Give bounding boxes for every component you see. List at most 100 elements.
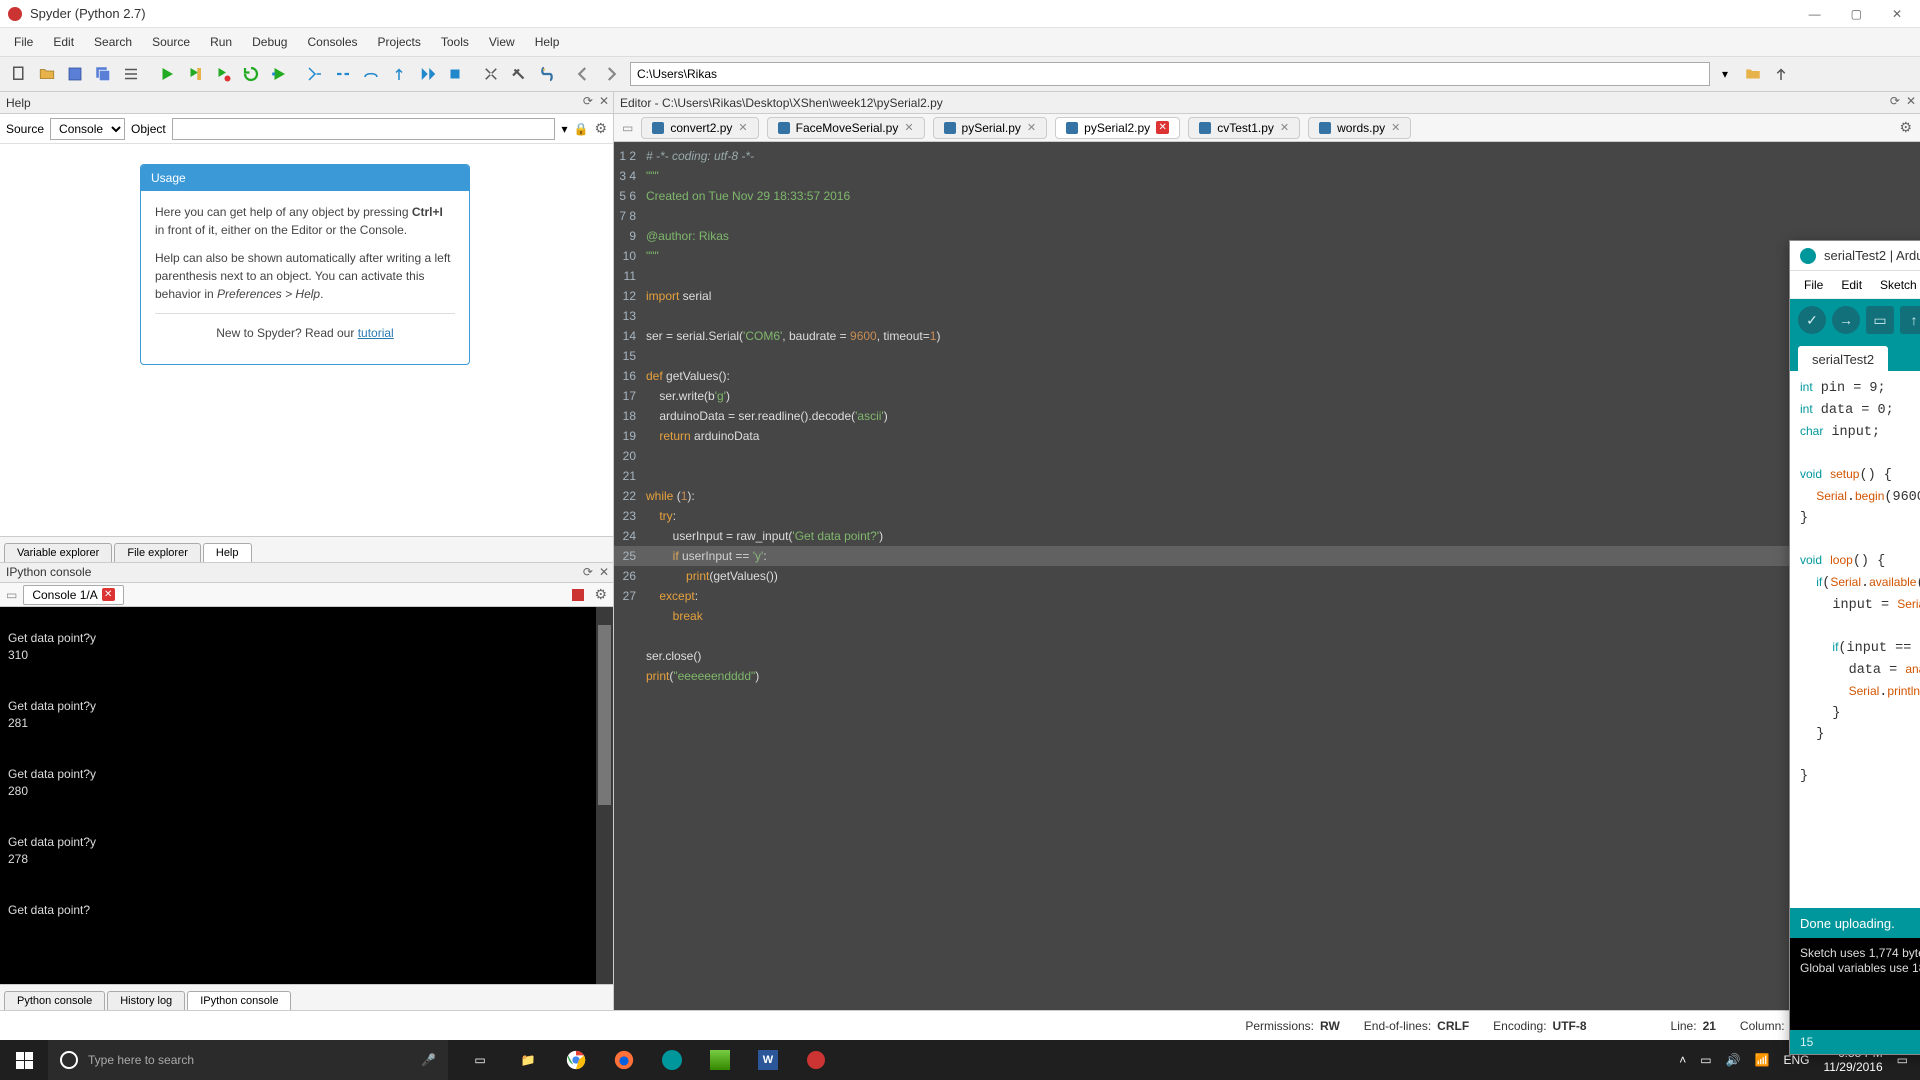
working-dir-input[interactable] [630, 62, 1710, 86]
close-button[interactable]: ✕ [1892, 7, 1902, 21]
menu-source[interactable]: Source [144, 33, 198, 51]
step-over-button[interactable] [358, 61, 384, 87]
firefox-taskbar-icon[interactable] [604, 1040, 644, 1080]
object-input[interactable] [172, 118, 556, 140]
tab-help[interactable]: Help [203, 543, 252, 562]
run-cell-button[interactable] [182, 61, 208, 87]
stop-debug-button[interactable] [442, 61, 468, 87]
tab-words[interactable]: words.py✕ [1308, 117, 1411, 139]
source-select[interactable]: Console [50, 118, 125, 140]
tab-history-log[interactable]: History log [107, 991, 185, 1010]
minimize-button[interactable]: — [1809, 7, 1821, 21]
word-taskbar-icon[interactable]: W [748, 1040, 788, 1080]
obj-dropdown-icon[interactable]: ▾ [561, 122, 567, 136]
notifications-icon[interactable]: ▭ [1897, 1053, 1908, 1067]
run-selection-button[interactable] [210, 61, 236, 87]
spyder-taskbar-icon[interactable] [796, 1040, 836, 1080]
start-button[interactable] [0, 1040, 48, 1080]
code-editor[interactable]: 1 2 3 4 5 6 7 8 9 10 11 12 13 14 15 16 1… [614, 142, 1920, 1010]
browse-wd-button[interactable] [1740, 61, 1766, 87]
tab-close-modified-icon[interactable]: ✕ [1156, 121, 1169, 134]
arduino-menu-edit[interactable]: Edit [1833, 276, 1870, 294]
step-button[interactable] [330, 61, 356, 87]
scrollbar-thumb[interactable] [598, 625, 611, 805]
mic-icon[interactable]: 🎤 [421, 1053, 436, 1067]
lang-indicator[interactable]: ENG [1783, 1053, 1809, 1067]
menu-help[interactable]: Help [527, 33, 568, 51]
preferences-button[interactable] [506, 61, 532, 87]
menu-tools[interactable]: Tools [433, 33, 477, 51]
arduino-sketch-tab[interactable]: serialTest2 [1798, 346, 1888, 371]
app-taskbar-icon[interactable] [700, 1040, 740, 1080]
debug-button[interactable] [266, 61, 292, 87]
arduino-verify-button[interactable]: ✓ [1798, 306, 1826, 334]
tutorial-link[interactable]: tutorial [358, 326, 394, 340]
interrupt-kernel-button[interactable] [572, 589, 584, 601]
wd-dropdown-icon[interactable]: ▾ [1712, 61, 1738, 87]
ipy-undock-icon[interactable]: ⟳ [583, 565, 593, 579]
editor-options-icon[interactable]: ⚙ [1899, 119, 1912, 136]
tray-expand-icon[interactable]: ˄ [1679, 1053, 1686, 1067]
battery-icon[interactable]: ▭ [1700, 1053, 1711, 1067]
arduino-menu-sketch[interactable]: Sketch [1872, 276, 1920, 294]
save-button[interactable] [62, 61, 88, 87]
run-button[interactable] [154, 61, 180, 87]
tabs-folder-icon[interactable]: ▭ [622, 121, 633, 135]
tab-ipython-console[interactable]: IPython console [187, 991, 291, 1010]
tab-file-explorer[interactable]: File explorer [114, 543, 201, 562]
file-explorer-taskbar-icon[interactable]: 📁 [508, 1040, 548, 1080]
tab-variable-explorer[interactable]: Variable explorer [4, 543, 112, 562]
save-all-button[interactable] [90, 61, 116, 87]
arduino-new-button[interactable]: ▭ [1866, 306, 1894, 334]
tab-close-icon[interactable]: ✕ [904, 121, 913, 134]
tab-close-icon[interactable]: ✕ [1391, 121, 1400, 134]
menu-run[interactable]: Run [202, 33, 240, 51]
console-options-icon[interactable]: ⚙ [594, 586, 607, 603]
help-undock-icon[interactable]: ⟳ [583, 94, 593, 108]
console-scrollbar[interactable] [596, 607, 613, 984]
maximize-button[interactable]: ▢ [1851, 7, 1862, 21]
lock-icon[interactable]: 🔒 [573, 122, 588, 136]
open-file-button[interactable] [34, 61, 60, 87]
wifi-icon[interactable]: 📶 [1755, 1053, 1770, 1067]
rerun-button[interactable] [238, 61, 264, 87]
help-close-icon[interactable]: ✕ [599, 94, 609, 108]
ipy-close-icon[interactable]: ✕ [599, 565, 609, 579]
step-out-button[interactable] [386, 61, 412, 87]
console-folder-icon[interactable]: ▭ [6, 588, 17, 602]
menu-consoles[interactable]: Consoles [299, 33, 365, 51]
arduino-menu-file[interactable]: File [1796, 276, 1831, 294]
tab-pyserial[interactable]: pySerial.py✕ [933, 117, 1048, 139]
menu-search[interactable]: Search [86, 33, 140, 51]
chrome-taskbar-icon[interactable] [556, 1040, 596, 1080]
continue-button[interactable] [414, 61, 440, 87]
new-file-button[interactable] [6, 61, 32, 87]
arduino-upload-button[interactable]: → [1832, 306, 1860, 334]
forward-button[interactable] [598, 61, 624, 87]
tab-facemoveserial[interactable]: FaceMoveSerial.py✕ [767, 117, 925, 139]
tab-close-icon[interactable]: ✕ [738, 121, 747, 134]
tab-close-icon[interactable]: ✕ [1027, 121, 1036, 134]
arduino-code-editor[interactable]: int pin = 9; int data = 0; char input; v… [1790, 371, 1920, 908]
tab-close-icon[interactable]: ✕ [1280, 121, 1289, 134]
back-button[interactable] [570, 61, 596, 87]
editor-close-icon[interactable]: ✕ [1906, 94, 1916, 108]
console-tab-close-icon[interactable]: ✕ [102, 588, 115, 601]
step-into-button[interactable] [302, 61, 328, 87]
task-view-icon[interactable]: ▭ [460, 1040, 500, 1080]
menu-file[interactable]: File [6, 33, 41, 51]
tab-pyserial2[interactable]: pySerial2.py✕ [1055, 117, 1180, 139]
taskbar-search[interactable]: Type here to search 🎤 [48, 1040, 448, 1080]
menu-view[interactable]: View [481, 33, 523, 51]
help-options-icon[interactable]: ⚙ [594, 120, 607, 137]
tab-python-console[interactable]: Python console [4, 991, 105, 1010]
menu-projects[interactable]: Projects [370, 33, 429, 51]
parent-dir-button[interactable] [1768, 61, 1794, 87]
tab-cvtest1[interactable]: cvTest1.py✕ [1188, 117, 1300, 139]
list-button[interactable] [118, 61, 144, 87]
console-output[interactable]: Get data point?y 310 Get data point?y 28… [0, 607, 613, 984]
arduino-taskbar-icon[interactable] [652, 1040, 692, 1080]
python-path-button[interactable] [534, 61, 560, 87]
maximize-pane-button[interactable] [478, 61, 504, 87]
menu-debug[interactable]: Debug [244, 33, 295, 51]
